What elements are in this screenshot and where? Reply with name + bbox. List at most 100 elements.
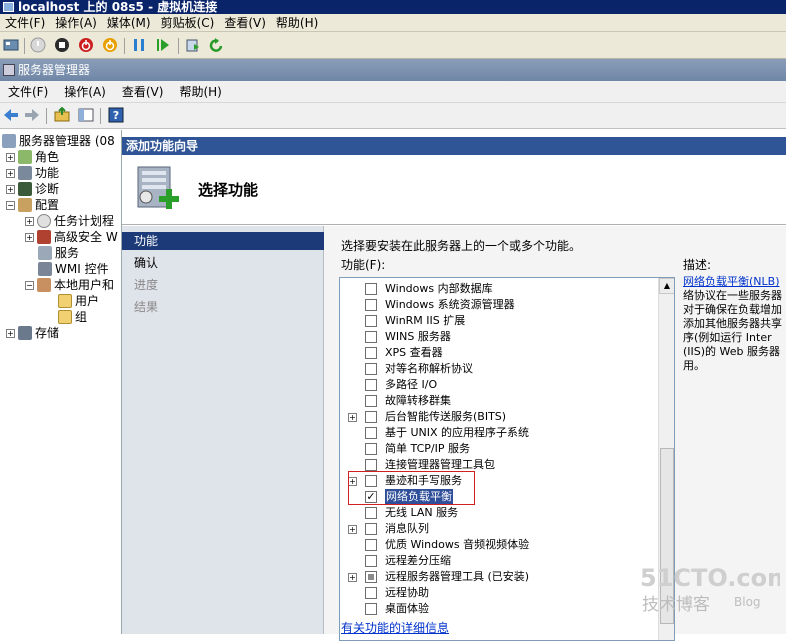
expand-icon[interactable]: + (6, 184, 15, 194)
features-list[interactable]: Windows 内部数据库 Windows 系统资源管理器 WinRM IIS 扩展… (339, 277, 675, 641)
feature-checkbox[interactable] (365, 571, 377, 583)
expand-icon[interactable]: + (6, 328, 15, 338)
feature-checkbox[interactable] (365, 331, 377, 343)
step-results: 结果 (134, 300, 159, 314)
tree-item-storage[interactable]: + 存储 (6, 325, 59, 341)
show-hide-tree-icon[interactable] (77, 106, 95, 124)
vm-menu-view[interactable]: 查看(V) (219, 14, 271, 32)
vm-menu-action[interactable]: 操作(A) (50, 14, 102, 32)
firewall-icon (37, 230, 51, 244)
reset-icon[interactable] (154, 36, 172, 54)
feature-checkbox[interactable] (365, 299, 377, 311)
feature-checkbox[interactable] (365, 555, 377, 567)
feature-description: 网络负载平衡(NLB) 络协议在一些服务器 对于确保在负载增加 添加其他服务器共… (683, 275, 786, 375)
feature-item[interactable]: 简单 TCP/IP 服务 (365, 441, 470, 457)
tree-item-local-users[interactable]: − 本地用户和 (25, 277, 114, 293)
feature-checkbox[interactable] (365, 603, 377, 615)
tree-item-diagnostics[interactable]: + 诊断 (6, 181, 59, 197)
tree-item-services[interactable]: 服务 (38, 245, 79, 261)
shutdown-icon[interactable] (77, 36, 95, 54)
folder-icon (58, 294, 72, 308)
feature-checkbox[interactable] (365, 443, 377, 455)
tree-item-groups[interactable]: 组 (58, 309, 87, 325)
tree-item-advanced-security[interactable]: + 高级安全 W (25, 229, 118, 245)
feature-checkbox[interactable] (365, 283, 377, 295)
feature-checkbox[interactable] (365, 427, 377, 439)
expand-icon[interactable]: + (6, 168, 15, 178)
feature-checkbox[interactable] (365, 459, 377, 471)
feature-item[interactable]: 基于 UNIX 的应用程序子系统 (365, 425, 529, 441)
up-folder-icon[interactable] (53, 106, 71, 124)
feature-item[interactable]: Windows 内部数据库 (365, 281, 493, 297)
feature-checkbox[interactable] (365, 507, 377, 519)
feature-checkbox[interactable] (365, 411, 377, 423)
tree-item-task-scheduler[interactable]: + 任务计划程 (25, 213, 114, 229)
roles-icon (18, 150, 32, 164)
save-state-icon[interactable] (101, 36, 119, 54)
feature-item[interactable]: 优质 Windows 音频视频体验 (365, 537, 529, 553)
tree-item-features[interactable]: + 功能 (6, 165, 59, 181)
revert-icon[interactable] (208, 36, 226, 54)
feature-checkbox[interactable] (365, 315, 377, 327)
expand-icon[interactable]: + (25, 232, 34, 242)
collapse-icon[interactable]: − (6, 200, 15, 210)
expand-icon[interactable]: + (348, 573, 357, 582)
sm-menu-help[interactable]: 帮助(H) (171, 83, 229, 101)
vm-menu-clipboard[interactable]: 剪贴板(C) (156, 14, 220, 32)
turn-off-icon[interactable] (53, 36, 71, 54)
feature-item[interactable]: 桌面体验 (365, 601, 429, 617)
watermark-blog: Blog (734, 595, 761, 609)
feature-checkbox[interactable] (365, 395, 377, 407)
forward-arrow-icon[interactable] (23, 106, 41, 124)
sm-menu-file[interactable]: 文件(F) (0, 83, 56, 101)
feature-item[interactable]: 消息队列 (365, 521, 429, 537)
step-confirm[interactable]: 确认 (134, 254, 158, 272)
tree-item-config[interactable]: − 配置 (6, 197, 59, 213)
feature-checkbox[interactable] (365, 523, 377, 535)
start-icon[interactable] (29, 36, 47, 54)
sm-menu-view[interactable]: 查看(V) (114, 83, 172, 101)
feature-item[interactable]: WINS 服务器 (365, 329, 451, 345)
tree-item-roles[interactable]: + 角色 (6, 149, 59, 165)
tree-item-label: 任务计划程 (54, 214, 115, 228)
back-arrow-icon[interactable] (2, 106, 20, 124)
vm-menu-media[interactable]: 媒体(M) (102, 14, 156, 32)
vm-menu-file[interactable]: 文件(F) (0, 14, 50, 32)
expand-icon[interactable]: + (348, 525, 357, 534)
feature-item[interactable]: 远程服务器管理工具 (已安装) (365, 569, 529, 585)
feature-checkbox[interactable] (365, 363, 377, 375)
feature-item[interactable]: 对等名称解析协议 (365, 361, 473, 377)
expand-icon[interactable]: + (6, 152, 15, 162)
help-icon[interactable]: ? (107, 106, 125, 124)
feature-item[interactable]: Windows 系统资源管理器 (365, 297, 515, 313)
feature-item[interactable]: WinRM IIS 扩展 (365, 313, 465, 329)
feature-item[interactable]: 远程差分压缩 (365, 553, 451, 569)
description-link[interactable]: 网络负载平衡(NLB) (683, 275, 780, 288)
feature-item[interactable]: 后台智能传送服务(BITS) (365, 409, 506, 425)
more-info-link[interactable]: 有关功能的详细信息 (341, 619, 449, 636)
feature-checkbox[interactable] (365, 347, 377, 359)
collapse-icon[interactable]: − (25, 280, 34, 290)
feature-checkbox[interactable] (365, 379, 377, 391)
feature-item[interactable]: 远程协助 (365, 585, 429, 601)
expand-icon[interactable]: + (348, 413, 357, 422)
feature-item[interactable]: 多路径 I/O (365, 377, 437, 393)
tree-item-wmi[interactable]: WMI 控件 (38, 261, 109, 277)
vm-app-icon (3, 2, 14, 12)
tree-item-users[interactable]: 用户 (58, 293, 99, 309)
sm-menu-action[interactable]: 操作(A) (56, 83, 114, 101)
feature-item[interactable]: 故障转移群集 (365, 393, 451, 409)
scroll-up-icon[interactable]: ▲ (659, 278, 674, 294)
feature-item[interactable]: XPS 查看器 (365, 345, 443, 361)
tree-root[interactable]: 服务器管理器 (08 (2, 133, 115, 149)
ctrl-alt-del-icon[interactable] (2, 36, 20, 54)
expand-icon[interactable]: + (25, 216, 34, 226)
feature-checkbox[interactable] (365, 587, 377, 599)
feature-label: 优质 Windows 音频视频体验 (385, 538, 530, 551)
feature-checkbox[interactable] (365, 539, 377, 551)
feature-item[interactable]: 无线 LAN 服务 (365, 505, 458, 521)
step-features[interactable]: 功能 (122, 232, 324, 250)
vm-menu-help[interactable]: 帮助(H) (271, 14, 323, 32)
snapshot-icon[interactable] (184, 36, 202, 54)
pause-icon[interactable] (130, 36, 148, 54)
